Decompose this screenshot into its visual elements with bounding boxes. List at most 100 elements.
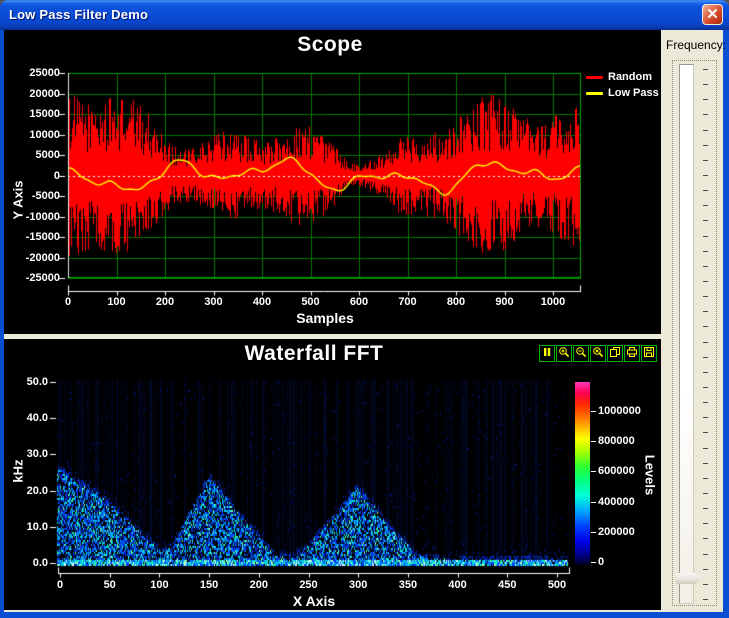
scope-y-tick-label: 10000 [8, 129, 60, 141]
waterfall-y-tick-label: 40.0 [10, 412, 48, 424]
scope-x-tick-label: 800 [432, 296, 480, 308]
zoom-in-button[interactable] [556, 345, 572, 362]
save-button[interactable] [641, 345, 657, 362]
frequency-slider-tick [703, 311, 708, 312]
frequency-slider-tick [703, 478, 708, 479]
frequency-slider-tick [703, 432, 708, 433]
scope-y-tick-label: 20000 [8, 88, 60, 100]
frequency-slider[interactable] [672, 60, 717, 606]
scope-x-tick-label: 400 [238, 296, 286, 308]
frequency-slider-tick [703, 493, 708, 494]
colorbar [575, 382, 590, 565]
frequency-slider-tick [703, 372, 708, 373]
copy-button[interactable] [607, 345, 623, 362]
copy-icon [609, 346, 621, 361]
waterfall-y-tick-label: 20.0 [10, 485, 48, 497]
frequency-slider-tick [703, 554, 708, 555]
frequency-slider-tick [703, 130, 708, 131]
scope-y-tick-label: -20000 [8, 252, 60, 264]
waterfall-x-tick-label: 100 [137, 579, 181, 591]
frequency-slider-tick [703, 84, 708, 85]
frequency-slider-tick [703, 599, 708, 600]
scope-x-tick-label: 600 [335, 296, 383, 308]
frequency-slider-tick [703, 342, 708, 343]
scope-title: Scope [4, 33, 656, 57]
frequency-slider-tick [703, 236, 708, 237]
legend-label: Low Pass [608, 87, 659, 99]
zoom-out-icon [575, 346, 587, 361]
colorbar-tick [591, 441, 596, 442]
frequency-slider-tick [703, 69, 708, 70]
frequency-slider-thumb[interactable] [676, 573, 703, 584]
frequency-slider-track[interactable] [679, 64, 694, 604]
pause-button[interactable] [539, 345, 555, 362]
waterfall-y-axis-title: kHz [11, 459, 26, 482]
scope-x-axis-title: Samples [4, 310, 646, 326]
waterfall-x-tick-label: 400 [436, 579, 480, 591]
waterfall-x-tick-label: 450 [485, 579, 529, 591]
frequency-slider-tick [703, 175, 708, 176]
scope-x-tick-label: 300 [190, 296, 238, 308]
scope-legend: Random Low Pass [586, 69, 659, 101]
legend-swatch [586, 76, 603, 79]
frequency-slider-tick [703, 190, 708, 191]
scope-x-tick-label: 900 [481, 296, 529, 308]
close-button[interactable] [702, 4, 723, 25]
waterfall-title: Waterfall FFT [4, 342, 624, 366]
waterfall-y-tick-label: 10.0 [10, 521, 48, 533]
scope-x-tick-label: 1000 [529, 296, 577, 308]
bottom-strip [4, 610, 661, 612]
frequency-slider-tick [703, 417, 708, 418]
colorbar-title: Levels [643, 455, 658, 495]
frequency-slider-tick [703, 160, 708, 161]
frequency-label: Frequency: [666, 38, 726, 52]
colorbar-tick [591, 471, 596, 472]
waterfall-y-tick-label: 50.0 [10, 376, 48, 388]
zoom-in-icon [558, 346, 570, 361]
legend-item: Random [586, 69, 659, 85]
waterfall-x-tick-label: 150 [187, 579, 231, 591]
colorbar-tick [591, 562, 596, 563]
frequency-slider-tick [703, 326, 708, 327]
frequency-slider-tick [703, 402, 708, 403]
colorbar-tick [591, 411, 596, 412]
scope-x-tick-label: 100 [93, 296, 141, 308]
frequency-slider-tick [703, 114, 708, 115]
waterfall-x-axis-title: X Axis [4, 593, 624, 609]
window-title: Low Pass Filter Demo [9, 7, 148, 22]
waterfall-y-tick-label: 0.0 [10, 557, 48, 569]
frequency-slider-tick [703, 205, 708, 206]
colorbar-tick-label: 600000 [598, 465, 635, 477]
close-icon [707, 6, 718, 24]
colorbar-tick-label: 1000000 [598, 405, 641, 417]
colorbar-tick-label: 0 [598, 556, 604, 568]
frequency-slider-tick [703, 387, 708, 388]
scope-y-tick-label: -15000 [8, 231, 60, 243]
frequency-slider-tick [703, 357, 708, 358]
zoom-reset-icon [592, 346, 604, 361]
scope-y-tick-label: 25000 [8, 67, 60, 79]
frequency-slider-tick [703, 99, 708, 100]
frequency-slider-tick [703, 584, 708, 585]
waterfall-x-tick-label: 0 [38, 579, 82, 591]
print-icon [626, 346, 638, 361]
legend-item: Low Pass [586, 85, 659, 101]
frequency-slider-tick [703, 538, 708, 539]
frequency-slider-tick [703, 569, 708, 570]
scope-y-tick-label: 0 [8, 170, 60, 182]
frequency-slider-tick [703, 266, 708, 267]
legend-swatch [586, 92, 603, 95]
zoom-reset-button[interactable] [590, 345, 606, 362]
waterfall-x-tick-label: 300 [336, 579, 380, 591]
frequency-slider-tick [703, 463, 708, 464]
waterfall-x-tick-label: 250 [287, 579, 331, 591]
print-button[interactable] [624, 345, 640, 362]
frequency-slider-tick [703, 220, 708, 221]
pause-icon [541, 346, 553, 361]
colorbar-tick-label: 200000 [598, 526, 635, 538]
title-bar[interactable]: Low Pass Filter Demo [0, 0, 729, 30]
waterfall-x-tick-label: 350 [386, 579, 430, 591]
frequency-slider-tick [703, 281, 708, 282]
zoom-out-button[interactable] [573, 345, 589, 362]
colorbar-tick [591, 532, 596, 533]
